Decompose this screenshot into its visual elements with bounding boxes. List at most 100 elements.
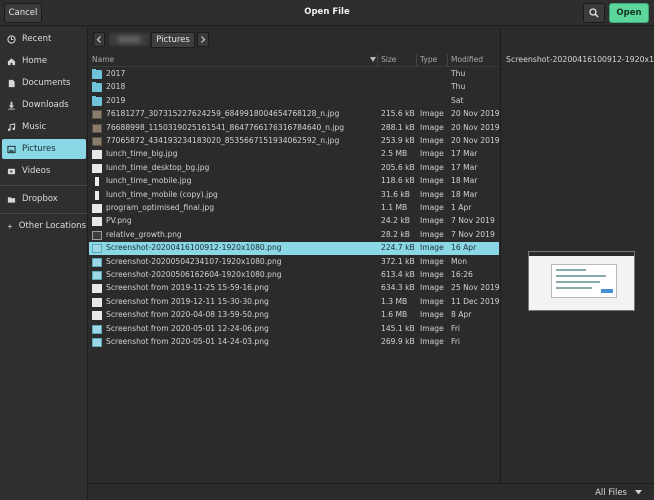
file-row[interactable]: lunch_time_mobile (copy).jpg 31.6 kB Image… [89, 189, 499, 202]
file-modified: 17 Mar [451, 149, 478, 159]
file-modified: 16:26 [451, 270, 473, 279]
image-thumbnail-icon [92, 150, 102, 160]
file-type: Image [420, 283, 444, 293]
file-size: 2.5 MB [381, 149, 408, 159]
file-row[interactable]: lunch_time_mobile.jpg 118.6 kB Image 18 Mar [89, 175, 499, 188]
file-type: Image [420, 310, 444, 320]
file-row[interactable]: lunch_time_big.jpg 2.5 MB Image 17 Mar [89, 148, 499, 161]
sidebar-item-label: Recent [22, 34, 52, 44]
file-row[interactable]: Screenshot from 2020-05-01 12-24-06.png 1… [89, 323, 499, 336]
file-row[interactable]: Screenshot-20200506162604-1920x1080.png 6… [89, 269, 499, 282]
file-size: 288.1 kB [381, 122, 415, 132]
file-name: 77065872_434193234183020_853566715193406… [106, 136, 340, 145]
path-forward-button[interactable] [197, 32, 209, 47]
file-modified: Thu [451, 82, 466, 92]
image-thumbnail-icon [92, 244, 102, 254]
preview-filename: Screenshot-20200416100912-1920x1080.png [506, 55, 654, 64]
column-separator [447, 54, 448, 66]
file-row[interactable]: lunch_time_desktop_bg.jpg 205.6 kB Image 17… [89, 162, 499, 175]
chevron-left-icon [96, 36, 101, 43]
file-row[interactable]: Screenshot from 2019-12-11 15-30-30.png 1… [89, 296, 500, 309]
sidebar-item-documents[interactable]: Documents [2, 73, 86, 93]
file-size: 1.3 MB [381, 296, 408, 306]
file-size: 205.6 kB [381, 162, 415, 172]
sidebar-item-label: Dropbox [22, 194, 58, 204]
column-header-type[interactable]: Type [420, 55, 437, 64]
file-row[interactable]: Screenshot from 2019-11-25 15-59-16.png 6… [89, 282, 500, 295]
folder-icon [92, 95, 102, 106]
file-row[interactable]: 77065872_434193234183020_853566715193406… [89, 135, 500, 148]
file-row[interactable]: 76181277_307315227624259_684991800465476… [89, 108, 500, 121]
sidebar-item-label: Pictures [22, 144, 56, 154]
dialog-title: Open File [304, 7, 350, 17]
image-thumbnail-icon [92, 297, 102, 307]
preview-thumbnail [528, 251, 635, 311]
search-button[interactable] [583, 3, 605, 23]
sidebar-item-videos[interactable]: Videos [2, 161, 86, 181]
file-size: 145.1 kB [381, 323, 415, 333]
file-row[interactable]: PV.png 24.2 kB Image 7 Nov 2019 [89, 215, 499, 228]
folder-icon [92, 82, 102, 93]
music-icon [7, 122, 16, 131]
file-list[interactable]: Name Size Type Modified 2017 Thu 2018 Thu 20… [89, 53, 500, 483]
file-row[interactable]: Screenshot-20200416100912-1920x1080.png 2… [89, 242, 499, 256]
sidebar-item-music[interactable]: Music [2, 117, 86, 137]
sidebar-item-other-locations[interactable]: Other Locations [2, 216, 86, 236]
file-row[interactable]: Screenshot from 2020-05-01 14-24-03.png 2… [89, 336, 499, 349]
filter-label: All Files [595, 487, 627, 498]
file-modified: 16 Apr [451, 243, 477, 253]
file-type: Image [420, 176, 444, 186]
sidebar-divider [0, 185, 88, 186]
file-modified: 11 Dec 2019 [451, 296, 500, 306]
column-header-name[interactable]: Name [92, 55, 114, 64]
image-thumbnail-icon [92, 230, 102, 240]
file-name: PV.png [106, 216, 132, 226]
path-bar: Pictures [89, 27, 499, 52]
file-size: 372.1 kB [381, 256, 415, 266]
file-type: Image [420, 122, 444, 132]
column-separator [416, 54, 417, 66]
file-name: 76181277_307315227624259_684991800465476… [106, 109, 340, 119]
path-back-button[interactable] [93, 32, 105, 47]
file-name: lunch_time_big.jpg [106, 149, 178, 159]
sidebar-divider [0, 213, 88, 214]
column-header-size[interactable]: Size [381, 55, 396, 64]
file-row[interactable]: 76688998_115031902516154​1_8647766176316… [89, 122, 500, 135]
file-modified: Mon [451, 256, 468, 266]
file-type-filter[interactable]: All Files [591, 485, 646, 500]
file-name: lunch_time_mobile (copy).jpg [106, 189, 218, 199]
sidebar-item-recent[interactable]: Recent [2, 29, 86, 49]
file-row[interactable]: 2018 Thu [89, 81, 499, 94]
file-row[interactable]: Screenshot from 2020-04-08 13-59-50.png 1… [89, 309, 499, 322]
bottom-bar: All Files [89, 483, 654, 500]
file-type: Image [420, 296, 444, 306]
sidebar-item-home[interactable]: Home [2, 51, 86, 71]
file-row[interactable]: relative_growth.png 28.2 kB Image 7 Nov 201… [89, 229, 499, 242]
sidebar-item-pictures[interactable]: Pictures [2, 139, 86, 159]
open-button[interactable]: Open [609, 3, 649, 23]
download-icon [8, 101, 15, 110]
file-row[interactable]: program_optimised_final.jpg 1.1 MB Image 1 … [89, 202, 499, 215]
file-name: 2018 [106, 82, 126, 92]
image-thumbnail-icon [92, 338, 102, 347]
file-type: Image [420, 203, 444, 212]
file-type: Image [420, 243, 444, 253]
file-size: 269.9 kB [381, 337, 415, 346]
path-crumb-home-redacted[interactable] [109, 33, 149, 46]
file-row[interactable]: 2019 Sat [89, 95, 499, 108]
file-row[interactable]: 2017 Thu [89, 68, 499, 81]
clock-icon [7, 34, 16, 44]
sidebar-item-dropbox[interactable]: Dropbox [2, 189, 86, 209]
file-size: 1.1 MB [381, 203, 408, 212]
file-size: 28.2 kB [381, 229, 410, 239]
file-modified: 17 Mar [451, 162, 478, 172]
file-name: relative_growth.png [106, 229, 182, 239]
file-row[interactable]: Screenshot-20200504234107-1920x1080.png 3… [89, 256, 499, 269]
sidebar-item-downloads[interactable]: Downloads [2, 95, 86, 115]
path-crumb-pictures[interactable]: Pictures [151, 32, 195, 48]
file-size: 24.2 kB [381, 216, 410, 226]
places-sidebar: Recent Home Documents Downloads Music Pi… [0, 27, 88, 500]
column-header-modified[interactable]: Modified [451, 55, 483, 64]
image-thumbnail-icon [92, 204, 102, 213]
file-type: Image [420, 323, 444, 333]
